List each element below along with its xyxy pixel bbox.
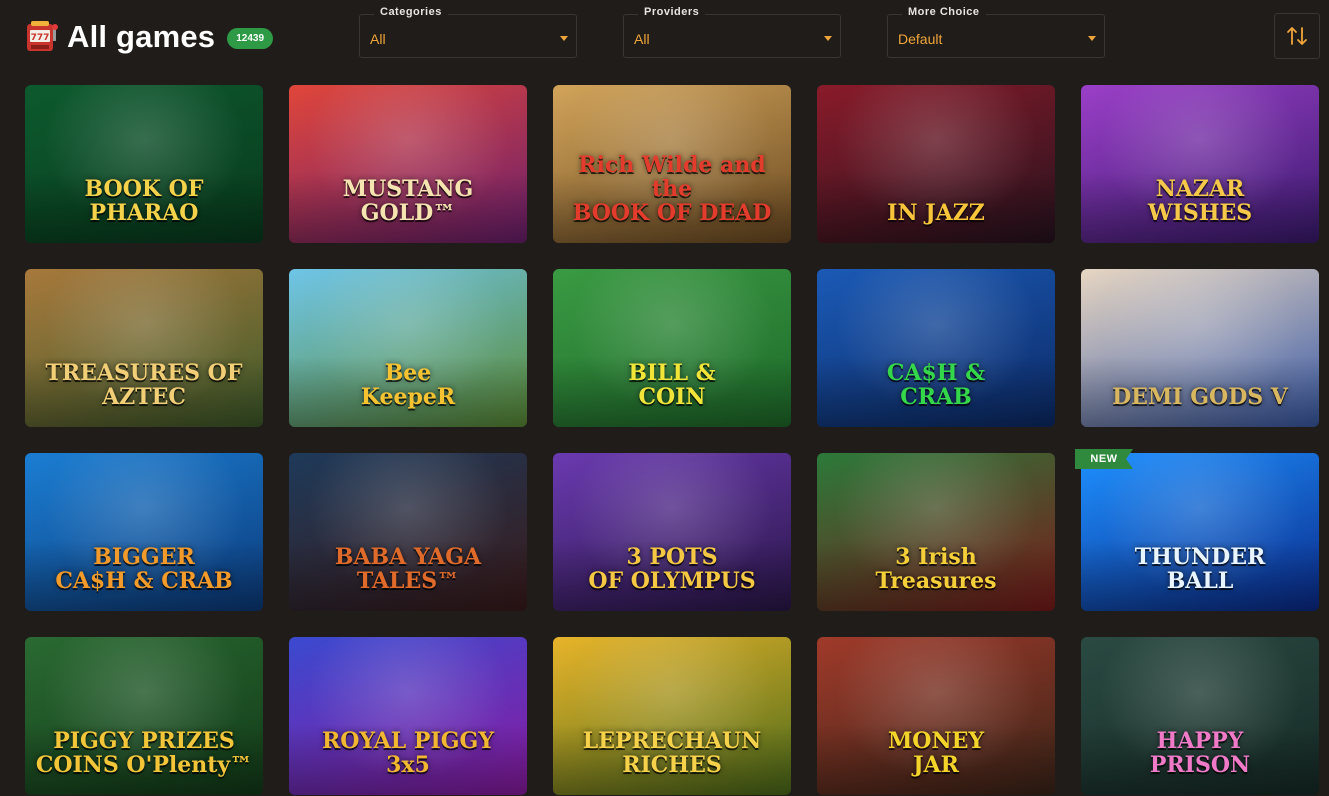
categories-value: All [370, 31, 386, 47]
game-tile[interactable]: NAZAR WISHES [1081, 85, 1319, 243]
game-tile[interactable]: BIGGER CA$H & CRAB [25, 453, 263, 611]
game-title: HAPPY PRISON [1149, 728, 1251, 778]
game-tile[interactable]: Rich Wilde and the BOOK OF DEAD [553, 85, 791, 243]
game-tile[interactable]: Bee KeepeR [289, 269, 527, 427]
categories-label: Categories [374, 6, 448, 18]
page-header: 777 All games 12439 [25, 17, 274, 57]
chevron-down-icon [824, 36, 832, 41]
games-count-badge: 12439 [227, 27, 274, 49]
providers-label: Providers [638, 6, 706, 18]
game-title: BIGGER CA$H & CRAB [55, 544, 233, 594]
game-tile[interactable]: HAPPY PRISON [1081, 637, 1319, 795]
game-title: BOOK OF PHARAO [84, 176, 204, 226]
categories-select[interactable]: Categories All [359, 6, 577, 58]
game-tile[interactable]: BILL & COIN [553, 269, 791, 427]
svg-text:777: 777 [31, 33, 50, 43]
game-title: CA$H & CRAB [886, 360, 986, 410]
game-title: NAZAR WISHES [1147, 176, 1253, 226]
providers-select[interactable]: Providers All [623, 6, 841, 58]
game-tile[interactable]: CA$H & CRAB [817, 269, 1055, 427]
game-title: PIGGY PRIZES COINS O'Plenty™ [35, 728, 253, 778]
game-title: Bee KeepeR [360, 360, 456, 410]
game-title: 3 Irish Treasures [875, 544, 997, 594]
game-tile[interactable]: 3 Irish Treasures [817, 453, 1055, 611]
game-title: MUSTANG GOLD™ [342, 176, 474, 226]
new-badge: NEW [1075, 449, 1133, 469]
game-title: ROYAL PIGGY 3x5 [321, 728, 495, 778]
slot-machine-icon: 777 [25, 21, 59, 53]
more-choice-select[interactable]: More Choice Default [887, 6, 1105, 58]
game-title: Rich Wilde and the BOOK OF DEAD [572, 152, 772, 226]
more-choice-value: Default [898, 31, 943, 47]
game-tile[interactable]: PIGGY PRIZES COINS O'Plenty™ [25, 637, 263, 795]
game-tile[interactable]: 3 POTS OF OLYMPUS [553, 453, 791, 611]
page-title: All games [67, 19, 216, 54]
game-title: LEPRECHAUN RICHES [582, 728, 762, 778]
games-grid: BOOK OF PHARAO MUSTANG GOLD™ Rich Wilde an… [25, 85, 1319, 795]
game-title: MONEY JAR [887, 728, 985, 778]
game-tile[interactable]: ROYAL PIGGY 3x5 [289, 637, 527, 795]
game-title: IN JAZZ [887, 200, 985, 226]
game-tile[interactable]: IN JAZZ [817, 85, 1055, 243]
sort-button[interactable] [1274, 13, 1320, 59]
game-tile[interactable]: MONEY JAR [817, 637, 1055, 795]
game-tile[interactable]: MUSTANG GOLD™ [289, 85, 527, 243]
game-title: 3 POTS OF OLYMPUS [588, 544, 756, 594]
game-title: THUNDER BALL [1134, 544, 1266, 594]
game-title: BILL & COIN [628, 360, 716, 410]
game-title: DEMI GODS V [1112, 384, 1288, 410]
more-choice-label: More Choice [902, 6, 986, 18]
sort-arrows-icon [1287, 27, 1307, 45]
game-tile[interactable]: THUNDER BALL [1081, 453, 1319, 611]
game-tile[interactable]: BOOK OF PHARAO [25, 85, 263, 243]
game-tile[interactable]: TREASURES OF AZTEC [25, 269, 263, 427]
game-tile[interactable]: DEMI GODS V [1081, 269, 1319, 427]
chevron-down-icon [1088, 36, 1096, 41]
game-title: BABA YAGA TALES™ [334, 544, 482, 594]
game-tile[interactable]: BABA YAGA TALES™ [289, 453, 527, 611]
providers-value: All [634, 31, 650, 47]
chevron-down-icon [560, 36, 568, 41]
game-tile[interactable]: LEPRECHAUN RICHES [553, 637, 791, 795]
game-title: TREASURES OF AZTEC [45, 360, 243, 410]
